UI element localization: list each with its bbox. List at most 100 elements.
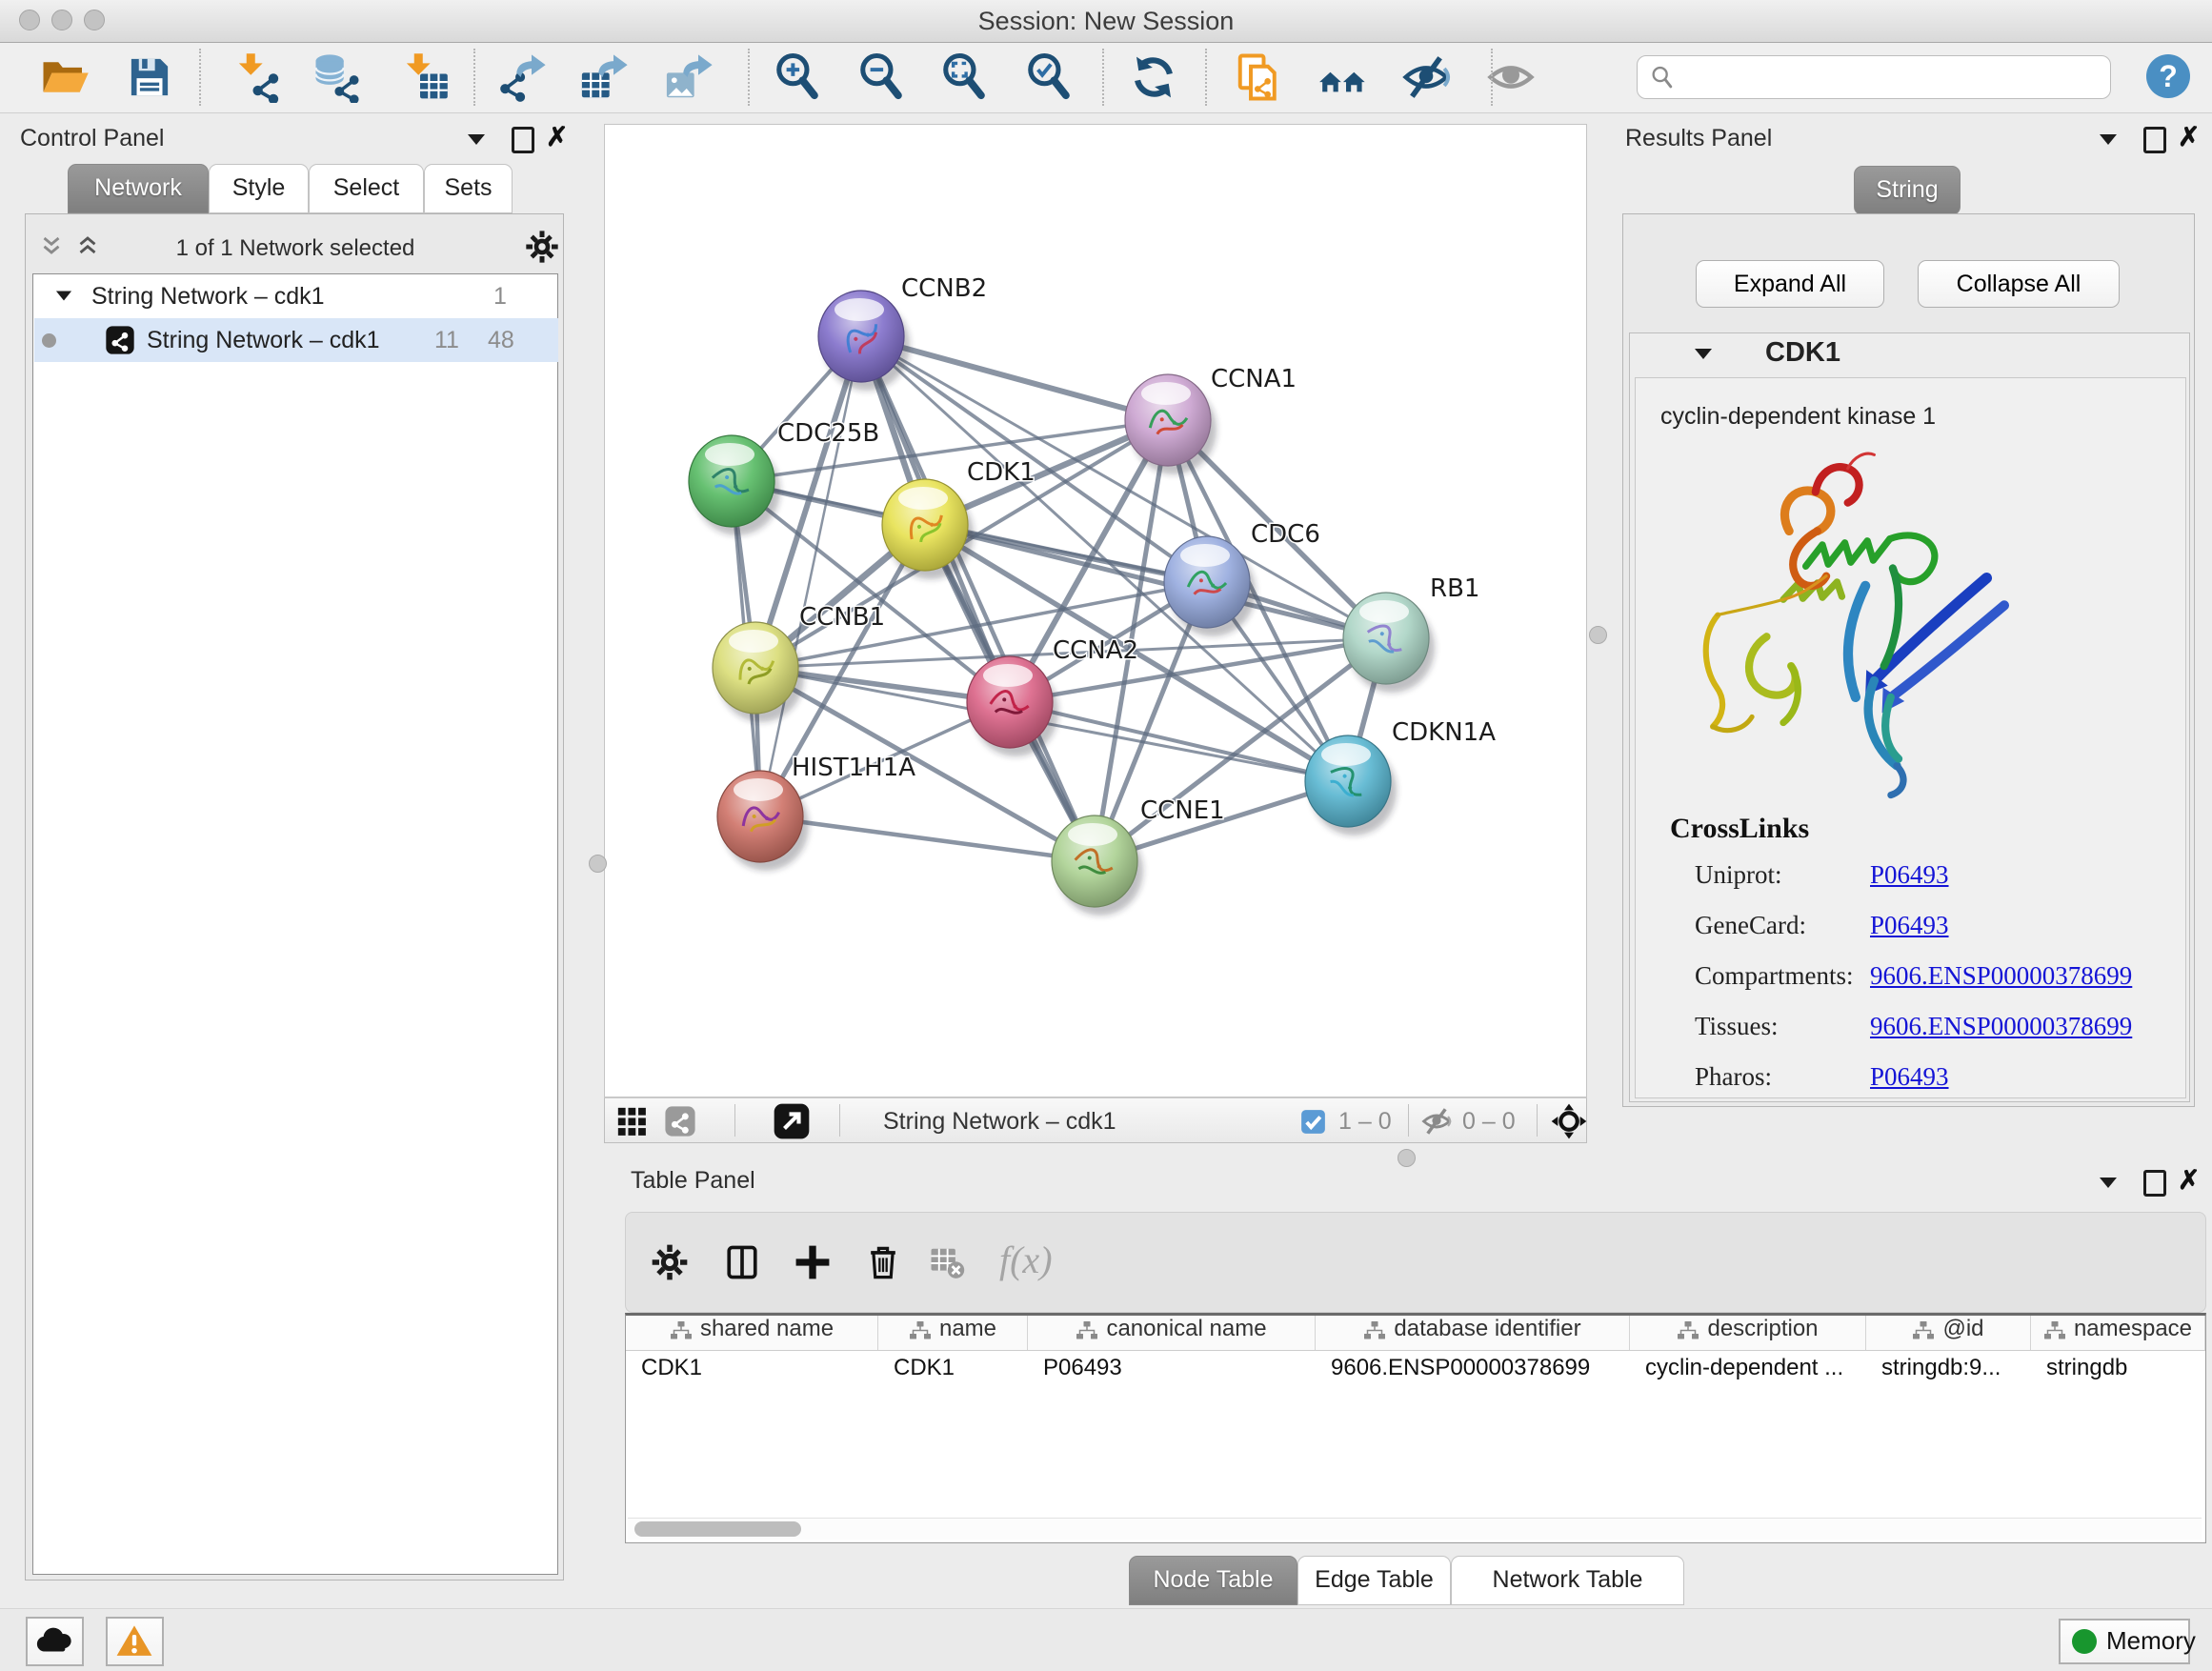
tab-network[interactable]: Network — [68, 164, 209, 213]
detach-view-icon[interactable] — [773, 1102, 811, 1140]
column-header-canonical-name[interactable]: canonical name — [1028, 1316, 1316, 1350]
network-node-CDC6[interactable]: CDC6 — [1164, 520, 1320, 636]
close-panel-icon[interactable]: ✗ — [546, 125, 568, 150]
node-label: CDKN1A — [1392, 718, 1496, 747]
network-share-icon[interactable] — [664, 1105, 696, 1137]
network-edge[interactable] — [861, 336, 1095, 861]
memory-button[interactable]: Memory — [2059, 1619, 2190, 1664]
column-header-description[interactable]: description — [1630, 1316, 1866, 1350]
network-graph[interactable]: CCNB2 CCNA1 CDC25B — [605, 125, 1586, 1097]
tab-select[interactable]: Select — [309, 164, 424, 213]
tab-sets[interactable]: Sets — [424, 164, 513, 213]
column-header-name[interactable]: name — [878, 1316, 1028, 1350]
network-edge[interactable] — [760, 816, 1095, 861]
network-node-RB1[interactable]: RB1 — [1343, 574, 1479, 693]
panel-menu-icon[interactable] — [2100, 1178, 2117, 1188]
network-node-HIST1H1A[interactable]: HIST1H1A — [717, 754, 915, 871]
network-node-CDKN1A[interactable]: CDKN1A — [1305, 718, 1496, 836]
tab-style[interactable]: Style — [209, 164, 309, 213]
zoom-fit-icon[interactable] — [939, 51, 991, 103]
splitter-handle[interactable] — [1589, 626, 1607, 644]
column-header-shared-name[interactable]: shared name — [626, 1316, 878, 1350]
column-header-namespace[interactable]: namespace — [2031, 1316, 2205, 1350]
warnings-button[interactable] — [106, 1617, 164, 1666]
tab-edge-table[interactable]: Edge Table — [1297, 1556, 1451, 1605]
collapse-all-button[interactable]: Collapse All — [1918, 260, 2120, 308]
network-node-count: 11 — [434, 327, 459, 354]
refresh-icon[interactable] — [1128, 51, 1179, 103]
network-edge-count: 48 — [488, 327, 514, 354]
export-network-icon[interactable] — [497, 51, 549, 103]
crosslink-value-link[interactable]: 9606.ENSP00000378699 — [1870, 961, 2132, 991]
close-panel-icon[interactable]: ✗ — [2178, 125, 2200, 150]
column-header-database-identifier[interactable]: database identifier — [1316, 1316, 1630, 1350]
table-settings-gear-icon[interactable] — [649, 1241, 691, 1283]
hidden-eye-slash-icon[interactable] — [1420, 1105, 1453, 1137]
collection-expander-icon[interactable] — [56, 292, 71, 301]
table-row[interactable]: CDK1CDK1P064939606.ENSP00000378699cyclin… — [626, 1351, 2205, 1387]
protein-description: cyclin-dependent kinase 1 — [1660, 403, 1936, 431]
cloud-button[interactable] — [26, 1617, 84, 1666]
show-columns-icon[interactable] — [721, 1241, 763, 1283]
network-collection-row[interactable]: String Network – cdk1 1 — [34, 274, 558, 318]
help-button[interactable]: ? — [2146, 54, 2190, 98]
crosslink-value-link[interactable]: P06493 — [1870, 911, 1949, 940]
memory-status-icon — [2072, 1629, 2097, 1654]
tab-node-table[interactable]: Node Table — [1129, 1556, 1297, 1605]
import-database-icon[interactable] — [312, 51, 363, 103]
network-edge[interactable] — [760, 336, 861, 816]
float-panel-icon[interactable] — [512, 127, 534, 153]
scrollbar-thumb[interactable] — [634, 1521, 801, 1537]
column-header--id[interactable]: @id — [1866, 1316, 2031, 1350]
tab-network-table[interactable]: Network Table — [1451, 1556, 1684, 1605]
network-tab-body: 1 of 1 Network selected String Network –… — [25, 213, 564, 1580]
grid-view-icon[interactable] — [615, 1105, 648, 1137]
network-canvas[interactable]: CCNB2 CCNA1 CDC25B — [604, 124, 1587, 1097]
import-network-icon[interactable] — [231, 51, 283, 103]
close-panel-icon[interactable]: ✗ — [2178, 1168, 2200, 1193]
horizontal-scrollbar[interactable] — [628, 1518, 2202, 1540]
zoom-selected-icon[interactable] — [1024, 51, 1076, 103]
open-folder-icon[interactable] — [39, 51, 90, 103]
crosslink-value-link[interactable]: P06493 — [1870, 860, 1949, 890]
panel-menu-icon[interactable] — [2100, 134, 2117, 145]
crosslink-value-link[interactable]: 9606.ENSP00000378699 — [1870, 1012, 2132, 1041]
eye-slash-blue-icon[interactable] — [1400, 51, 1452, 103]
splitter-handle[interactable] — [589, 855, 607, 873]
expand-all-button[interactable]: Expand All — [1696, 260, 1884, 308]
panel-menu-icon[interactable] — [468, 134, 485, 145]
delete-column-trash-icon[interactable] — [862, 1241, 904, 1283]
selected-checkbox-icon[interactable] — [1300, 1109, 1326, 1135]
crosslink-value-link[interactable]: P06493 — [1870, 1062, 1949, 1092]
search-input[interactable] — [1683, 59, 2097, 93]
tab-string[interactable]: String — [1854, 166, 1961, 215]
save-icon[interactable] — [124, 51, 175, 103]
node-label: CDC25B — [777, 419, 879, 448]
network-options-gear-icon[interactable] — [523, 228, 561, 266]
function-builder-icon: f(x) — [999, 1238, 1053, 1282]
network-type-icon — [105, 325, 135, 355]
export-image-icon[interactable] — [664, 51, 715, 103]
section-expander-icon[interactable] — [1695, 349, 1712, 359]
pan-move-icon[interactable] — [1550, 1102, 1588, 1140]
zoom-out-icon[interactable] — [856, 51, 908, 103]
zoom-in-icon[interactable] — [773, 51, 824, 103]
network-row[interactable]: String Network – cdk1 11 48 — [34, 318, 558, 362]
add-column-icon[interactable] — [792, 1241, 834, 1283]
toolbar-separator — [1491, 49, 1493, 106]
homes-icon[interactable] — [1317, 51, 1369, 103]
network-edge[interactable] — [1010, 702, 1348, 781]
network-node-CDK1[interactable]: CDK1 — [882, 458, 1036, 579]
crosslink-label: Uniprot: — [1695, 860, 1782, 889]
network-node-CCNA1[interactable]: CCNA1 — [1125, 365, 1297, 474]
network-node-CDC25B[interactable]: CDC25B — [689, 419, 879, 535]
import-table-icon[interactable] — [399, 51, 451, 103]
float-panel-icon[interactable] — [2143, 1170, 2166, 1197]
export-table-icon[interactable] — [579, 51, 631, 103]
network-node-CCNE1[interactable]: CCNE1 — [1052, 796, 1225, 916]
node-label: CCNA1 — [1211, 365, 1297, 393]
float-panel-icon[interactable] — [2143, 127, 2166, 153]
table-header-row: shared namenamecanonical namedatabase id… — [626, 1316, 2205, 1351]
copy-style-icon[interactable] — [1234, 51, 1285, 103]
eye-gray-icon[interactable] — [1485, 51, 1537, 103]
